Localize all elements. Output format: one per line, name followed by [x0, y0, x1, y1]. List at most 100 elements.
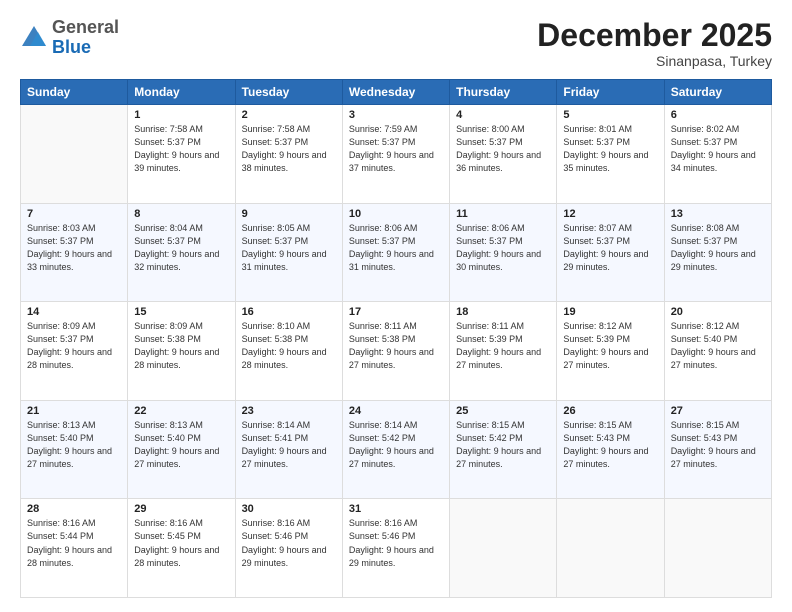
- cell-w1-d6: 6 Sunrise: 8:02 AMSunset: 5:37 PMDayligh…: [664, 105, 771, 204]
- month-title: December 2025: [537, 18, 772, 53]
- day-info: Sunrise: 8:11 AMSunset: 5:38 PMDaylight:…: [349, 321, 434, 370]
- page: General Blue December 2025 Sinanpasa, Tu…: [0, 0, 792, 612]
- header: General Blue December 2025 Sinanpasa, Tu…: [20, 18, 772, 69]
- day-number: 5: [563, 109, 657, 121]
- day-info: Sunrise: 8:10 AMSunset: 5:38 PMDaylight:…: [242, 321, 327, 370]
- day-info: Sunrise: 8:13 AMSunset: 5:40 PMDaylight:…: [134, 420, 219, 469]
- cell-w4-d5: 26 Sunrise: 8:15 AMSunset: 5:43 PMDaylig…: [557, 400, 664, 499]
- day-number: 21: [27, 405, 121, 417]
- cell-w4-d2: 23 Sunrise: 8:14 AMSunset: 5:41 PMDaylig…: [235, 400, 342, 499]
- day-info: Sunrise: 8:15 AMSunset: 5:42 PMDaylight:…: [456, 420, 541, 469]
- cell-w5-d2: 30 Sunrise: 8:16 AMSunset: 5:46 PMDaylig…: [235, 499, 342, 598]
- cell-w4-d4: 25 Sunrise: 8:15 AMSunset: 5:42 PMDaylig…: [450, 400, 557, 499]
- cell-w3-d1: 15 Sunrise: 8:09 AMSunset: 5:38 PMDaylig…: [128, 302, 235, 401]
- day-info: Sunrise: 7:58 AMSunset: 5:37 PMDaylight:…: [242, 124, 327, 173]
- day-info: Sunrise: 8:01 AMSunset: 5:37 PMDaylight:…: [563, 124, 648, 173]
- week-row-5: 28 Sunrise: 8:16 AMSunset: 5:44 PMDaylig…: [21, 499, 772, 598]
- day-info: Sunrise: 8:13 AMSunset: 5:40 PMDaylight:…: [27, 420, 112, 469]
- day-info: Sunrise: 8:16 AMSunset: 5:46 PMDaylight:…: [349, 518, 434, 567]
- logo: General Blue: [20, 18, 119, 58]
- day-number: 20: [671, 306, 765, 318]
- cell-w1-d0: [21, 105, 128, 204]
- logo-general: General: [52, 17, 119, 37]
- day-info: Sunrise: 8:12 AMSunset: 5:39 PMDaylight:…: [563, 321, 648, 370]
- col-friday: Friday: [557, 80, 664, 105]
- day-number: 28: [27, 503, 121, 515]
- cell-w5-d0: 28 Sunrise: 8:16 AMSunset: 5:44 PMDaylig…: [21, 499, 128, 598]
- week-row-3: 14 Sunrise: 8:09 AMSunset: 5:37 PMDaylig…: [21, 302, 772, 401]
- day-number: 16: [242, 306, 336, 318]
- day-info: Sunrise: 8:07 AMSunset: 5:37 PMDaylight:…: [563, 223, 648, 272]
- col-saturday: Saturday: [664, 80, 771, 105]
- day-info: Sunrise: 8:02 AMSunset: 5:37 PMDaylight:…: [671, 124, 756, 173]
- day-info: Sunrise: 7:58 AMSunset: 5:37 PMDaylight:…: [134, 124, 219, 173]
- cell-w5-d3: 31 Sunrise: 8:16 AMSunset: 5:46 PMDaylig…: [342, 499, 449, 598]
- cell-w3-d6: 20 Sunrise: 8:12 AMSunset: 5:40 PMDaylig…: [664, 302, 771, 401]
- cell-w1-d5: 5 Sunrise: 8:01 AMSunset: 5:37 PMDayligh…: [557, 105, 664, 204]
- day-info: Sunrise: 8:11 AMSunset: 5:39 PMDaylight:…: [456, 321, 541, 370]
- day-info: Sunrise: 8:15 AMSunset: 5:43 PMDaylight:…: [563, 420, 648, 469]
- day-number: 17: [349, 306, 443, 318]
- day-number: 9: [242, 208, 336, 220]
- day-number: 6: [671, 109, 765, 121]
- calendar-table: Sunday Monday Tuesday Wednesday Thursday…: [20, 79, 772, 598]
- day-number: 31: [349, 503, 443, 515]
- cell-w2-d4: 11 Sunrise: 8:06 AMSunset: 5:37 PMDaylig…: [450, 203, 557, 302]
- col-monday: Monday: [128, 80, 235, 105]
- day-number: 3: [349, 109, 443, 121]
- day-info: Sunrise: 8:00 AMSunset: 5:37 PMDaylight:…: [456, 124, 541, 173]
- col-wednesday: Wednesday: [342, 80, 449, 105]
- cell-w4-d1: 22 Sunrise: 8:13 AMSunset: 5:40 PMDaylig…: [128, 400, 235, 499]
- day-number: 22: [134, 405, 228, 417]
- day-info: Sunrise: 8:04 AMSunset: 5:37 PMDaylight:…: [134, 223, 219, 272]
- day-info: Sunrise: 8:16 AMSunset: 5:44 PMDaylight:…: [27, 518, 112, 567]
- day-number: 26: [563, 405, 657, 417]
- day-number: 25: [456, 405, 550, 417]
- day-number: 10: [349, 208, 443, 220]
- day-number: 2: [242, 109, 336, 121]
- cell-w2-d0: 7 Sunrise: 8:03 AMSunset: 5:37 PMDayligh…: [21, 203, 128, 302]
- day-info: Sunrise: 8:05 AMSunset: 5:37 PMDaylight:…: [242, 223, 327, 272]
- cell-w4-d0: 21 Sunrise: 8:13 AMSunset: 5:40 PMDaylig…: [21, 400, 128, 499]
- cell-w1-d3: 3 Sunrise: 7:59 AMSunset: 5:37 PMDayligh…: [342, 105, 449, 204]
- col-thursday: Thursday: [450, 80, 557, 105]
- cell-w3-d2: 16 Sunrise: 8:10 AMSunset: 5:38 PMDaylig…: [235, 302, 342, 401]
- day-number: 27: [671, 405, 765, 417]
- day-number: 8: [134, 208, 228, 220]
- day-number: 19: [563, 306, 657, 318]
- day-info: Sunrise: 8:12 AMSunset: 5:40 PMDaylight:…: [671, 321, 756, 370]
- week-row-2: 7 Sunrise: 8:03 AMSunset: 5:37 PMDayligh…: [21, 203, 772, 302]
- subtitle: Sinanpasa, Turkey: [537, 53, 772, 69]
- cell-w3-d4: 18 Sunrise: 8:11 AMSunset: 5:39 PMDaylig…: [450, 302, 557, 401]
- cell-w1-d1: 1 Sunrise: 7:58 AMSunset: 5:37 PMDayligh…: [128, 105, 235, 204]
- day-number: 13: [671, 208, 765, 220]
- day-info: Sunrise: 8:09 AMSunset: 5:38 PMDaylight:…: [134, 321, 219, 370]
- day-number: 4: [456, 109, 550, 121]
- cell-w5-d6: [664, 499, 771, 598]
- day-info: Sunrise: 8:16 AMSunset: 5:46 PMDaylight:…: [242, 518, 327, 567]
- day-number: 14: [27, 306, 121, 318]
- logo-text: General Blue: [52, 18, 119, 58]
- week-row-4: 21 Sunrise: 8:13 AMSunset: 5:40 PMDaylig…: [21, 400, 772, 499]
- cell-w4-d6: 27 Sunrise: 8:15 AMSunset: 5:43 PMDaylig…: [664, 400, 771, 499]
- day-number: 12: [563, 208, 657, 220]
- cell-w4-d3: 24 Sunrise: 8:14 AMSunset: 5:42 PMDaylig…: [342, 400, 449, 499]
- cell-w2-d3: 10 Sunrise: 8:06 AMSunset: 5:37 PMDaylig…: [342, 203, 449, 302]
- week-row-1: 1 Sunrise: 7:58 AMSunset: 5:37 PMDayligh…: [21, 105, 772, 204]
- day-number: 7: [27, 208, 121, 220]
- day-info: Sunrise: 8:06 AMSunset: 5:37 PMDaylight:…: [349, 223, 434, 272]
- cell-w2-d6: 13 Sunrise: 8:08 AMSunset: 5:37 PMDaylig…: [664, 203, 771, 302]
- col-sunday: Sunday: [21, 80, 128, 105]
- title-block: December 2025 Sinanpasa, Turkey: [537, 18, 772, 69]
- day-info: Sunrise: 8:08 AMSunset: 5:37 PMDaylight:…: [671, 223, 756, 272]
- day-number: 24: [349, 405, 443, 417]
- cell-w2-d1: 8 Sunrise: 8:04 AMSunset: 5:37 PMDayligh…: [128, 203, 235, 302]
- day-info: Sunrise: 8:14 AMSunset: 5:41 PMDaylight:…: [242, 420, 327, 469]
- day-number: 29: [134, 503, 228, 515]
- day-info: Sunrise: 8:16 AMSunset: 5:45 PMDaylight:…: [134, 518, 219, 567]
- cell-w1-d2: 2 Sunrise: 7:58 AMSunset: 5:37 PMDayligh…: [235, 105, 342, 204]
- cell-w5-d5: [557, 499, 664, 598]
- cell-w2-d5: 12 Sunrise: 8:07 AMSunset: 5:37 PMDaylig…: [557, 203, 664, 302]
- cell-w5-d1: 29 Sunrise: 8:16 AMSunset: 5:45 PMDaylig…: [128, 499, 235, 598]
- day-info: Sunrise: 8:14 AMSunset: 5:42 PMDaylight:…: [349, 420, 434, 469]
